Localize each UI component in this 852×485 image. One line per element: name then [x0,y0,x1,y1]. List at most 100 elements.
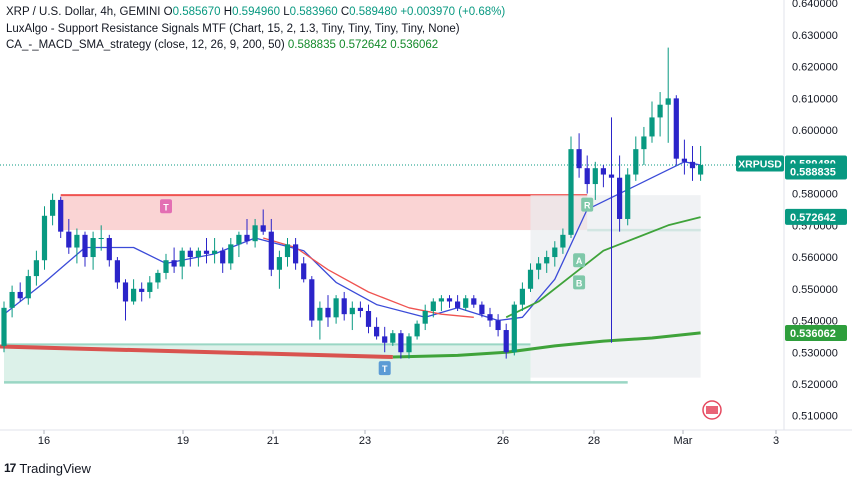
x-tick-4: 26 [497,435,509,447]
signal-marker-label-3: A [576,256,583,266]
candle-body-62 [503,330,509,353]
candle-body-26 [212,250,218,254]
candle-body-34 [276,257,282,270]
candle-body-50 [406,336,412,353]
candle-body-12 [98,238,104,240]
candle-body-11 [90,238,96,258]
candle-body-48 [390,333,396,343]
candle-body-47 [382,336,388,343]
candle-body-29 [236,234,242,245]
candle-body-7 [58,199,64,232]
candle-body-86 [698,165,704,175]
ohlc-low: 0.583960 [289,6,338,18]
x-tick-3: 23 [359,435,371,447]
price-label-1: 0.588835 [790,167,836,179]
us-flag-icon [706,406,718,414]
candle-body-4 [33,260,39,277]
x-tick-5: 28 [588,435,600,447]
y-tick-8: 0.560000 [792,252,838,264]
chart-background [0,0,852,485]
x-tick-0: 16 [38,435,50,447]
candle-body-28 [228,244,234,264]
legend-row-symbol: XRP / U.S. Dollar, 4h, GEMINI O0.585670 … [6,4,505,21]
candle-body-54 [438,298,444,302]
candle-body-68 [552,247,558,258]
indicator-macd-value-1: 0.588835 [287,39,336,51]
indicator-macd-value-3: 0.536062 [390,39,439,51]
candle-body-56 [455,301,461,308]
candle-body-76 [617,177,623,219]
candle-body-65 [527,269,534,289]
signal-marker-label-2: R [584,201,591,211]
candle-body-25 [203,250,210,254]
candle-body-6 [50,199,56,216]
candle-body-74 [600,168,606,175]
candle-body-10 [82,234,88,258]
candle-body-37 [301,263,307,280]
y-tick-2: 0.620000 [792,62,838,74]
candle-body-13 [106,238,112,261]
candle-body-43 [349,307,355,315]
candle-body-41 [333,298,339,318]
ohlc-close: 0.589480 [349,6,398,18]
candle-body-40 [325,307,331,318]
candle-body-23 [187,250,193,258]
candle-body-77 [625,174,631,219]
x-tick-7: 3 [773,435,779,447]
candle-body-17 [139,288,145,292]
candle-body-2 [17,291,23,299]
candle-body-49 [398,333,404,353]
projection-shade [530,195,701,378]
x-tick-2: 21 [267,435,279,447]
candle-body-16 [131,288,137,302]
y-tick-0: 0.640000 [792,0,838,10]
x-tick-6: Mar [674,435,693,447]
candle-body-31 [252,225,258,242]
candle-body-72 [584,168,590,185]
tradingview-footer[interactable]: 17 TradingView [4,459,91,477]
tradingview-logo-icon: 17 [4,461,16,475]
candle-body-84 [681,158,687,162]
candle-body-60 [487,314,493,321]
candle-body-46 [374,326,380,337]
ohlc-open: 0.585670 [172,6,221,18]
candle-body-36 [293,244,299,264]
signal-marker-label-1: T [382,364,388,374]
candle-body-30 [244,234,250,242]
signal-marker-label-0: T [163,202,169,212]
candle-body-32 [260,225,266,232]
indicator-macd-value-2: 0.572642 [339,39,388,51]
candle-body-66 [536,263,542,270]
candle-body-21 [171,260,177,267]
candle-body-78 [633,149,639,175]
ohlc-h-label: H [223,6,233,18]
candle-body-20 [163,260,169,273]
candle-body-85 [689,161,696,169]
ohlc-change: +0.003970 (+0.68%) [400,6,506,18]
candle-body-3 [25,276,31,299]
candle-body-39 [317,307,323,321]
candle-body-81 [657,104,663,118]
candle-body-53 [430,301,436,311]
candle-body-51 [414,323,420,337]
candle-body-63 [511,304,517,353]
candle-body-33 [268,231,274,270]
candle-body-83 [673,98,679,159]
candle-body-71 [576,149,582,169]
candle-body-61 [495,320,501,331]
candle-body-57 [463,298,469,308]
tradingview-brand: TradingView [19,460,91,476]
signal-marker-label-4: B [576,278,583,288]
chart-legend: XRP / U.S. Dollar, 4h, GEMINI O0.585670 … [6,4,505,54]
y-tick-9: 0.550000 [792,284,838,296]
ohlc-c-label: C [340,6,350,18]
price-chart[interactable]: T T R A B 0.640000 0.630000 0.620000 0.610000 0.6… [0,0,852,485]
candle-body-15 [122,282,129,302]
indicator-luxalgo[interactable]: LuxAlgo - Support Resistance Signals MTF… [6,21,505,38]
symbol-line: XRP / U.S. Dollar, 4h, GEMINI [6,6,161,18]
candle-body-52 [422,310,428,324]
legend-row-macd: CA_-_MACD_SMA_strategy (close, 12, 26, 9… [6,37,505,54]
indicator-macd-name[interactable]: CA_-_MACD_SMA_strategy (close, 12, 26, 9… [6,39,285,51]
candle-body-5 [41,215,48,261]
candle-body-1 [9,291,15,308]
